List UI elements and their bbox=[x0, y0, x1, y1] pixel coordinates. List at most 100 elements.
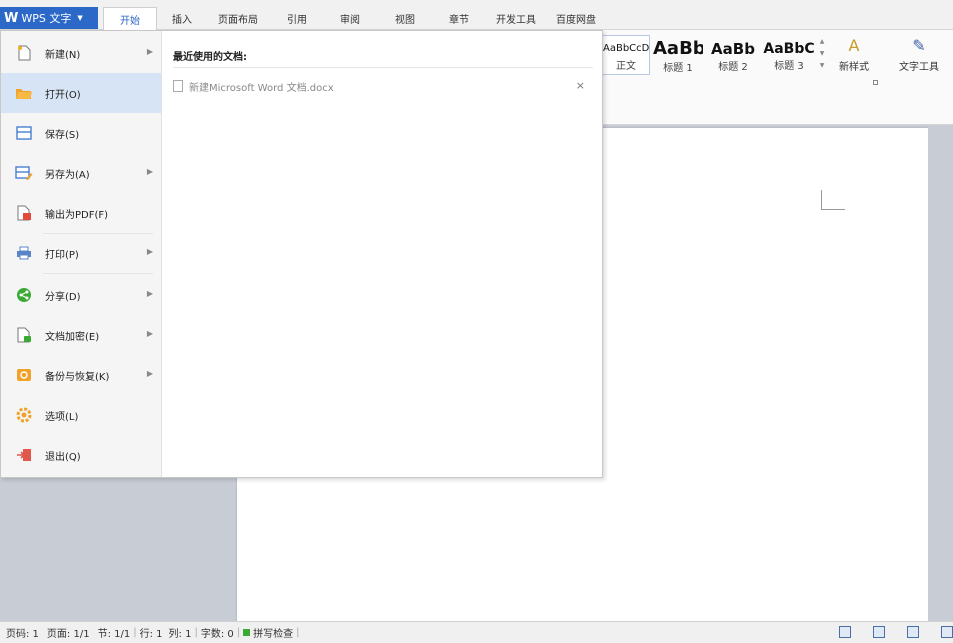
chevron-down-icon: ▼ bbox=[77, 14, 83, 22]
vertical-scrollbar[interactable] bbox=[928, 125, 953, 622]
gear-icon bbox=[15, 407, 33, 423]
exit-icon bbox=[15, 447, 33, 463]
status-spell-check[interactable]: 拼写检查 bbox=[253, 625, 293, 640]
menu-item-share[interactable]: 分享(D) ▶ bbox=[1, 275, 161, 315]
menu-item-label: 文档加密(E) bbox=[45, 331, 100, 343]
chevron-right-icon: ▶ bbox=[146, 167, 153, 176]
style-sample: AaBb bbox=[711, 40, 755, 58]
tab-page-layout[interactable]: 页面布局 bbox=[218, 11, 258, 26]
page-margin-marker bbox=[821, 190, 845, 210]
save-as-icon bbox=[15, 165, 33, 181]
recent-documents-panel: 最近使用的文档: 新建Microsoft Word 文档.docx × bbox=[163, 31, 602, 477]
status-divider: | bbox=[236, 627, 241, 638]
share-icon bbox=[15, 287, 33, 303]
chevron-right-icon: ▶ bbox=[146, 329, 153, 338]
full-screen-view-icon[interactable] bbox=[839, 626, 851, 638]
app-menu-label: WPS 文字 bbox=[21, 12, 72, 25]
menu-separator bbox=[43, 273, 153, 274]
tab-baidu-netdisk[interactable]: 百度网盘 bbox=[556, 11, 596, 26]
style-normal[interactable]: AaBbCcDd 正文 bbox=[602, 35, 650, 75]
chevron-right-icon: ▶ bbox=[146, 47, 153, 56]
style-heading-1[interactable]: AaBb 标题 1 bbox=[653, 35, 703, 75]
style-heading-2[interactable]: AaBb 标题 2 bbox=[708, 35, 758, 75]
menu-item-open[interactable]: 打开(O) bbox=[1, 73, 161, 113]
encrypt-icon bbox=[15, 327, 33, 343]
menu-item-label: 另存为(A) bbox=[45, 169, 90, 181]
save-icon bbox=[15, 125, 33, 141]
menu-item-save[interactable]: 保存(S) bbox=[1, 113, 161, 153]
file-menu: 新建(N) ▶ 打开(O) 保存(S) 另存为(A) ▶ 输出为PDF(F) 打… bbox=[0, 30, 603, 478]
chevron-right-icon: ▶ bbox=[146, 369, 153, 378]
menu-item-label: 退出(Q) bbox=[45, 451, 81, 463]
word-document-icon bbox=[173, 80, 183, 92]
recent-file-item[interactable]: 新建Microsoft Word 文档.docx × bbox=[173, 78, 593, 94]
style-caption: 标题 2 bbox=[718, 62, 748, 73]
chevron-right-icon: ▶ bbox=[146, 247, 153, 256]
menu-item-backup[interactable]: 备份与恢复(K) ▶ bbox=[1, 355, 161, 395]
print-icon bbox=[15, 245, 33, 261]
recent-divider bbox=[173, 67, 593, 68]
backup-icon bbox=[15, 367, 33, 383]
menu-item-label: 新建(N) bbox=[45, 49, 81, 61]
style-heading-3[interactable]: AaBbC 标题 3 bbox=[763, 35, 815, 75]
menu-item-encrypt[interactable]: 文档加密(E) ▶ bbox=[1, 315, 161, 355]
status-divider: | bbox=[133, 627, 137, 638]
menu-item-export-pdf[interactable]: 输出为PDF(F) bbox=[1, 193, 161, 233]
menu-item-label: 保存(S) bbox=[45, 129, 80, 141]
status-page-code: 页码: 1 bbox=[6, 629, 39, 640]
app-menu-button[interactable]: W WPS 文字 ▼ bbox=[0, 7, 98, 29]
menu-item-label: 输出为PDF(F) bbox=[45, 209, 109, 221]
web-view-icon[interactable] bbox=[941, 626, 953, 638]
chevron-right-icon: ▶ bbox=[146, 289, 153, 298]
new-style-icon: A bbox=[848, 36, 860, 55]
menu-item-label: 打印(P) bbox=[45, 249, 79, 261]
status-pages: 页面: 1/1 bbox=[46, 629, 90, 640]
chevron-down-icon[interactable]: ▼ bbox=[817, 48, 827, 60]
status-row: 行: 1 bbox=[139, 629, 163, 640]
menu-item-options[interactable]: 选项(L) bbox=[1, 395, 161, 435]
menu-item-label: 选项(L) bbox=[45, 411, 79, 423]
open-folder-icon bbox=[15, 85, 33, 101]
view-mode-buttons bbox=[817, 626, 953, 638]
expand-icon[interactable]: ▼ bbox=[817, 60, 827, 72]
wps-logo-icon: W bbox=[4, 10, 19, 26]
tab-insert[interactable]: 插入 bbox=[172, 11, 192, 26]
status-section: 节: 1/1 bbox=[97, 629, 131, 640]
text-tools-button[interactable]: ✎ 文字工具 bbox=[889, 36, 949, 73]
new-style-button[interactable]: A 新样式 bbox=[834, 36, 874, 73]
dialog-launcher-icon[interactable] bbox=[873, 80, 878, 85]
tab-developer[interactable]: 开发工具 bbox=[496, 11, 536, 26]
menu-bar: W WPS 文字 ▼ 开始 插入 页面布局 引用 审阅 视图 章节 开发工具 百… bbox=[0, 0, 953, 30]
menu-item-print[interactable]: 打印(P) ▶ bbox=[1, 233, 161, 273]
style-sample: AaBb bbox=[653, 38, 703, 59]
close-icon[interactable]: × bbox=[576, 79, 585, 92]
menu-item-label: 分享(D) bbox=[45, 291, 81, 303]
spell-check-status-icon bbox=[243, 629, 251, 636]
text-tools-icon: ✎ bbox=[912, 36, 926, 55]
status-bar: 页码: 1 页面: 1/1 节: 1/1 | 行: 1 列: 1 | 字数: 0… bbox=[0, 621, 953, 643]
tab-chapter[interactable]: 章节 bbox=[449, 11, 469, 26]
style-caption: 标题 3 bbox=[774, 61, 804, 72]
chevron-up-icon[interactable]: ▲ bbox=[817, 36, 827, 48]
tab-home[interactable]: 开始 bbox=[103, 7, 157, 30]
style-caption: 正文 bbox=[616, 61, 636, 72]
tab-review[interactable]: 审阅 bbox=[340, 11, 360, 26]
menu-item-new[interactable]: 新建(N) ▶ bbox=[1, 33, 161, 73]
status-word-count[interactable]: 字数: 0 bbox=[201, 625, 234, 640]
status-divider: | bbox=[194, 627, 198, 638]
new-style-label: 新样式 bbox=[839, 62, 869, 73]
page-view-icon[interactable] bbox=[873, 626, 885, 638]
menu-item-exit[interactable]: 退出(Q) bbox=[1, 435, 161, 475]
export-pdf-icon bbox=[15, 205, 33, 221]
tab-view[interactable]: 视图 bbox=[395, 11, 415, 26]
style-caption: 标题 1 bbox=[663, 63, 693, 74]
outline-view-icon[interactable] bbox=[907, 626, 919, 638]
text-tools-label: 文字工具 bbox=[899, 62, 939, 73]
recent-file-name: 新建Microsoft Word 文档.docx bbox=[189, 82, 334, 94]
status-divider: | bbox=[296, 627, 300, 638]
status-col: 列: 1 bbox=[168, 629, 192, 640]
tab-references[interactable]: 引用 bbox=[287, 11, 307, 26]
menu-item-save-as[interactable]: 另存为(A) ▶ bbox=[1, 153, 161, 193]
style-gallery-scroll[interactable]: ▲ ▼ ▼ bbox=[817, 36, 827, 74]
menu-item-label: 备份与恢复(K) bbox=[45, 371, 110, 383]
